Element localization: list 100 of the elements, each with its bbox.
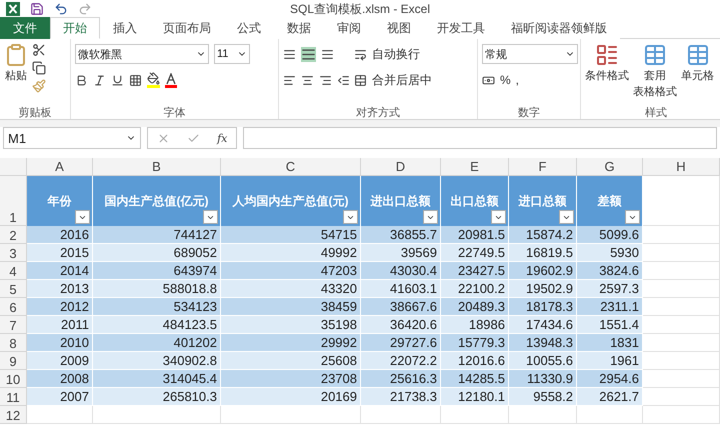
merge-center-button[interactable]: 合并后居中 (372, 72, 432, 88)
column-header[interactable]: D (361, 158, 441, 176)
align-bottom-icon[interactable] (321, 48, 334, 60)
filter-button[interactable] (625, 210, 640, 224)
filter-button[interactable] (423, 210, 438, 224)
table-header-cell: 进口总额 (509, 176, 577, 226)
cut-icon[interactable] (32, 43, 46, 57)
table-cell: 2014 (27, 262, 93, 280)
table-cell: 10055.6 (509, 352, 577, 370)
filter-button[interactable] (75, 210, 90, 224)
fill-color-icon[interactable] (147, 72, 160, 88)
table-cell: 20169 (221, 388, 361, 406)
column-header[interactable]: H (643, 158, 720, 176)
column-header[interactable]: C (221, 158, 361, 176)
table-cell: 19602.9 (509, 262, 577, 280)
paste-button[interactable]: 粘贴 (4, 43, 28, 105)
table-cell: 2009 (27, 352, 93, 370)
column-header[interactable]: A (27, 158, 93, 176)
currency-icon[interactable] (482, 74, 495, 86)
formula-field[interactable] (243, 127, 717, 149)
table-cell: 43320 (221, 280, 361, 298)
table-cell: 17434.6 (509, 316, 577, 334)
table-cell: 3824.6 (577, 262, 643, 280)
column-header[interactable]: E (441, 158, 509, 176)
table-cell: 340902.8 (93, 352, 221, 370)
row-header[interactable]: 11 (0, 388, 27, 406)
table-cell: 2013 (27, 280, 93, 298)
table-cell: 22072.2 (361, 352, 441, 370)
font-size-field[interactable]: 11 (214, 44, 250, 64)
table-cell: 265810.3 (93, 388, 221, 406)
table-cell: 5930 (577, 244, 643, 262)
table-cell: 22100.2 (441, 280, 509, 298)
filter-button[interactable] (559, 210, 574, 224)
table-icon (643, 43, 667, 67)
column-header[interactable]: F (509, 158, 577, 176)
row-header[interactable]: 10 (0, 370, 27, 388)
row-header[interactable]: 2 (0, 226, 27, 244)
group-label: 样式 (644, 106, 668, 119)
copy-icon[interactable] (32, 61, 46, 75)
table-cell: 43030.4 (361, 262, 441, 280)
filter-button[interactable] (491, 210, 506, 224)
table-cell: 49992 (221, 244, 361, 262)
window-title: SQL查询模板.xlsm - Excel (290, 0, 430, 18)
table-cell: 1551.4 (577, 316, 643, 334)
border-icon[interactable] (129, 74, 142, 86)
table-cell: 2597.3 (577, 280, 643, 298)
conditional-format-button[interactable]: 条件格式 (585, 43, 629, 105)
name-box[interactable]: M1 (3, 127, 141, 149)
row-header[interactable]: 3 (0, 244, 27, 262)
percent-button[interactable]: % (500, 73, 511, 87)
row-header[interactable]: 12 (0, 406, 27, 424)
font-name-field[interactable]: 微软雅黑 (75, 44, 209, 64)
column-header[interactable]: B (93, 158, 221, 176)
row-header[interactable]: 6 (0, 298, 27, 316)
align-center-icon[interactable] (301, 74, 314, 86)
file-menu-button[interactable]: 文件 (0, 17, 50, 39)
filter-button[interactable] (203, 210, 218, 224)
table-cell: 2007 (27, 388, 93, 406)
clipboard-icon (4, 43, 28, 67)
row-header[interactable]: 9 (0, 352, 27, 370)
table-cell: 18178.3 (509, 298, 577, 316)
wrap-text-button[interactable]: 自动换行 (372, 46, 420, 62)
insert-function-button[interactable]: fx (217, 132, 228, 144)
table-cell: 2621.7 (577, 388, 643, 406)
font-color-icon[interactable] (165, 72, 177, 88)
table-cell: 2954.6 (577, 370, 643, 388)
underline-icon[interactable] (111, 74, 124, 86)
row-header[interactable]: 8 (0, 334, 27, 352)
align-middle-icon[interactable] (301, 46, 316, 62)
table-cell: 47203 (221, 262, 361, 280)
italic-icon[interactable] (93, 74, 106, 86)
bold-icon[interactable] (75, 74, 88, 86)
wrap-text-icon (354, 48, 367, 60)
table-cell: 2016 (27, 226, 93, 244)
format-as-table-button[interactable]: 套用 表格格式 (633, 43, 677, 105)
excel-logo-icon (6, 2, 20, 16)
undo-icon[interactable] (54, 2, 68, 16)
row-header[interactable]: 4 (0, 262, 27, 280)
align-left-icon[interactable] (283, 74, 296, 86)
table-cell: 14285.5 (441, 370, 509, 388)
number-format-field[interactable]: 常规 (482, 44, 578, 64)
table-cell: 54715 (221, 226, 361, 244)
save-icon[interactable] (30, 2, 44, 16)
table-cell: 1961 (577, 352, 643, 370)
table-cell: 19502.9 (509, 280, 577, 298)
row-header[interactable]: 5 (0, 280, 27, 298)
filter-button[interactable] (343, 210, 358, 224)
row-header[interactable]: 1 (0, 176, 27, 226)
empty-cell (441, 406, 509, 424)
cell-styles-button[interactable]: 单元格 (681, 43, 714, 105)
ribbon-tab[interactable]: 开始 (50, 17, 100, 39)
list-icon (595, 43, 619, 67)
align-top-icon[interactable] (283, 48, 296, 60)
column-header[interactable]: G (577, 158, 643, 176)
indent-icon[interactable] (337, 74, 350, 86)
comma-button[interactable]: , (516, 73, 520, 87)
merge-icon (354, 74, 367, 86)
row-header[interactable]: 7 (0, 316, 27, 334)
table-cell: 401202 (93, 334, 221, 352)
align-right-icon[interactable] (319, 74, 332, 86)
